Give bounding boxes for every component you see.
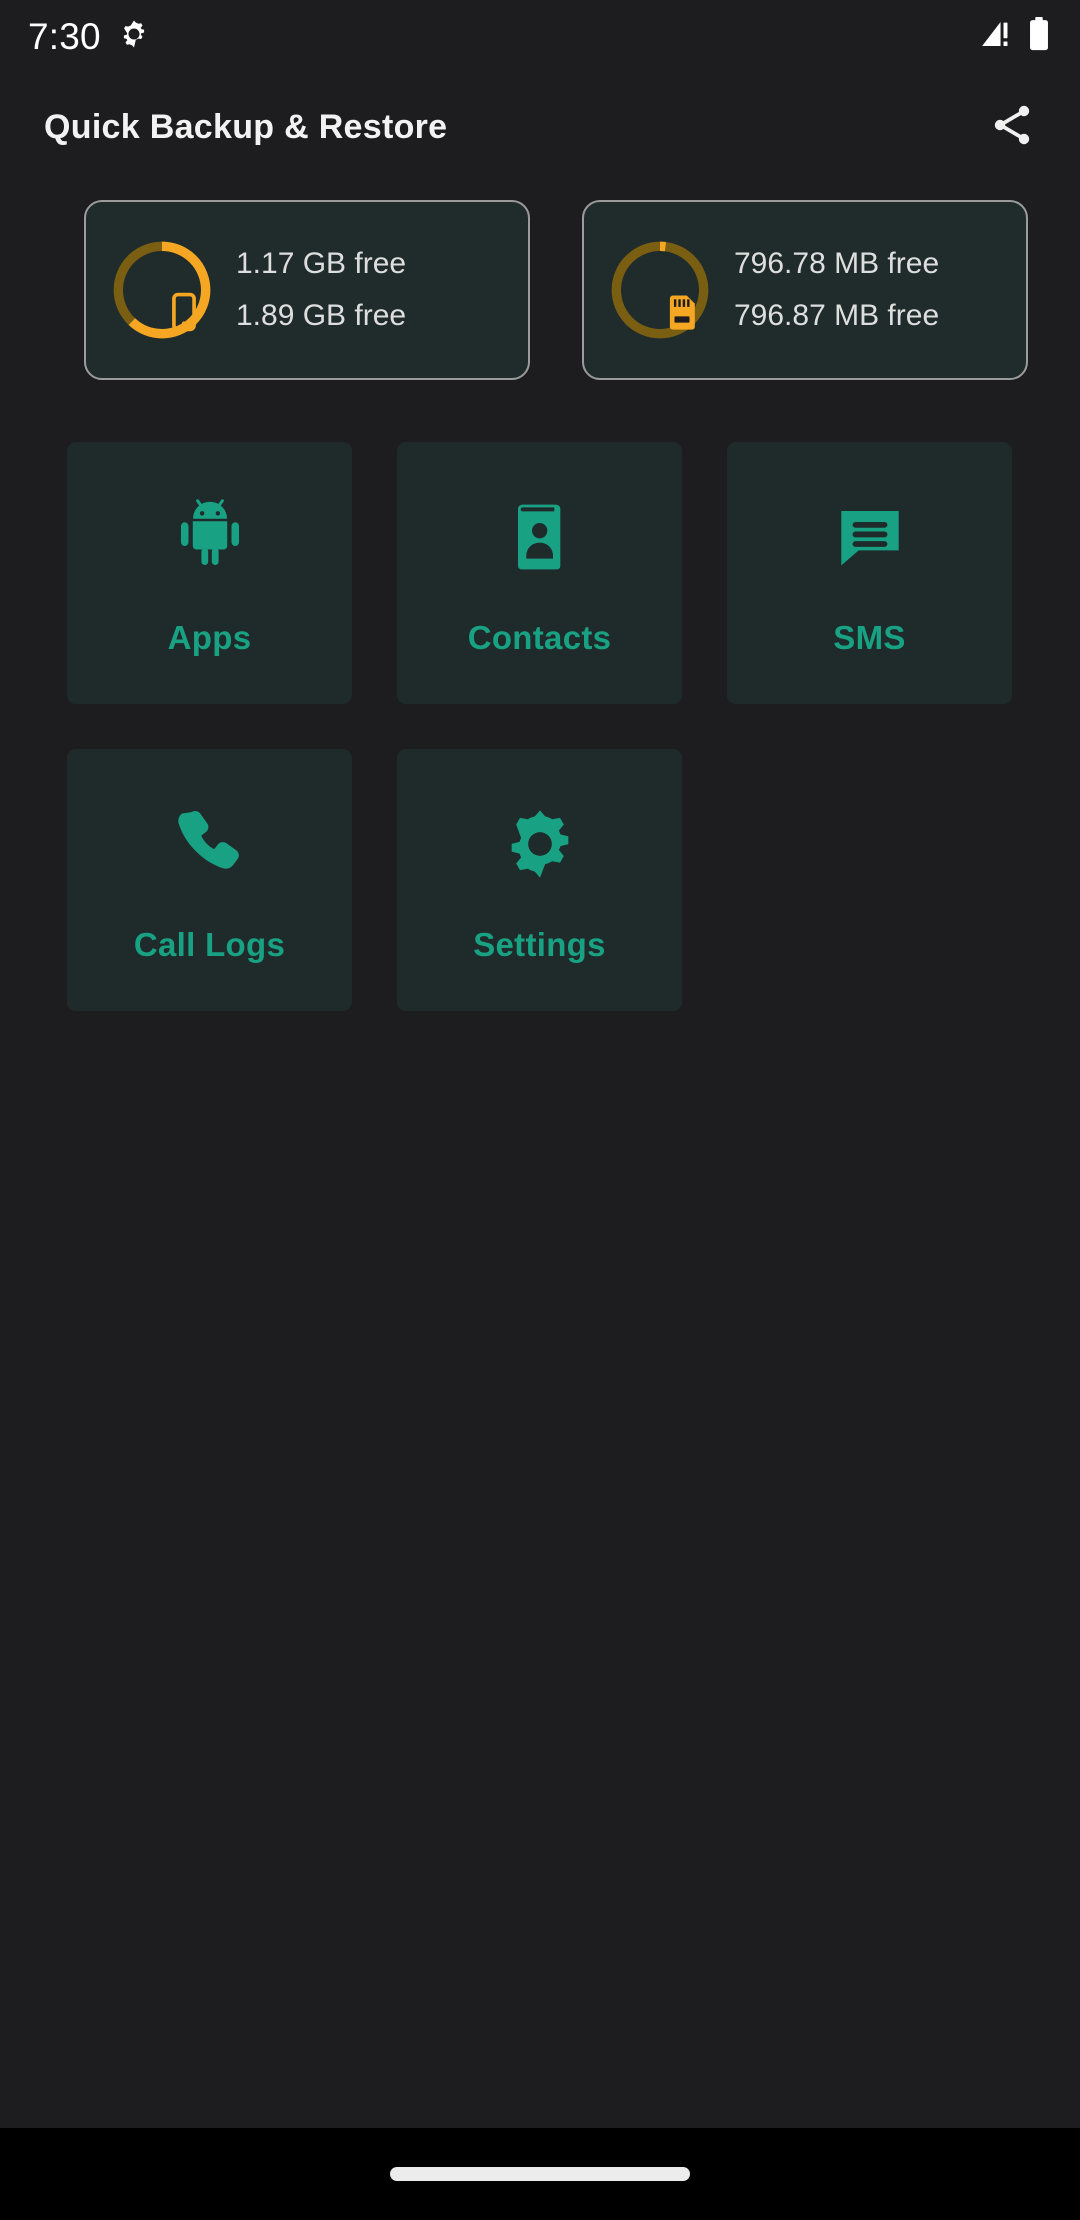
internal-storage-card[interactable]: 1.17 GB free 1.89 GB free <box>84 200 530 380</box>
tile-label-settings: Settings <box>473 926 606 963</box>
status-system-icons <box>980 16 1050 56</box>
tile-settings[interactable]: Settings <box>397 749 682 1011</box>
tile-sms[interactable]: SMS <box>727 442 1012 704</box>
share-button[interactable] <box>980 95 1044 159</box>
tile-label-apps: Apps <box>167 619 252 656</box>
internal-storage-texts: 1.17 GB free 1.89 GB free <box>236 249 406 331</box>
gesture-home-pill[interactable] <box>390 2167 690 2181</box>
page-title: Quick Backup & Restore <box>44 107 448 146</box>
tile-label-sms: SMS <box>833 619 906 656</box>
sd-card-storage-card[interactable]: 796.78 MB free 796.87 MB free <box>582 200 1028 380</box>
tile-label-call-logs: Call Logs <box>133 926 286 963</box>
phone-handset-icon <box>168 796 252 892</box>
status-bar: 7:30 <box>0 0 1080 72</box>
message-bubble-icon <box>829 489 911 585</box>
battery-full-icon <box>1028 16 1050 56</box>
tile-label-contacts: Contacts <box>467 619 612 656</box>
tile-call-logs[interactable]: Call Logs <box>67 749 352 1011</box>
system-nav-bar <box>0 2128 1080 2220</box>
internal-storage-ring <box>110 238 214 342</box>
internal-storage-line-2: 1.89 GB free <box>236 299 407 332</box>
internal-storage-line-1: 1.17 GB free <box>236 247 407 280</box>
sd-card-storage-line-2: 796.87 MB free <box>734 299 940 332</box>
sd-card-storage-ring <box>608 238 712 342</box>
tile-apps[interactable]: Apps <box>67 442 352 704</box>
app-bar: Quick Backup & Restore <box>0 72 1080 182</box>
contacts-book-icon <box>500 489 580 585</box>
share-icon <box>988 101 1036 154</box>
storage-summary-row: 1.17 GB free 1.89 GB free 796.78 MB free… <box>0 182 1080 380</box>
tile-contacts[interactable]: Contacts <box>397 442 682 704</box>
status-notification-icons <box>117 17 151 56</box>
status-clock: 7:30 <box>28 15 101 57</box>
feature-tile-grid: Apps Contacts SMS Call Logs Settings <box>0 380 1080 1011</box>
sd-card-storage-line-1: 796.78 MB free <box>734 247 940 280</box>
android-robot-icon <box>167 489 253 585</box>
sd-card-storage-texts: 796.78 MB free 796.87 MB free <box>734 249 939 331</box>
gear-icon <box>500 796 580 892</box>
gear-icon <box>117 17 151 56</box>
content-spacer <box>0 1011 1080 2128</box>
app-screen: 7:30 Quick Backup & Restore 1.17 GB free… <box>0 0 1080 2220</box>
signal-warning-icon <box>980 18 1014 55</box>
